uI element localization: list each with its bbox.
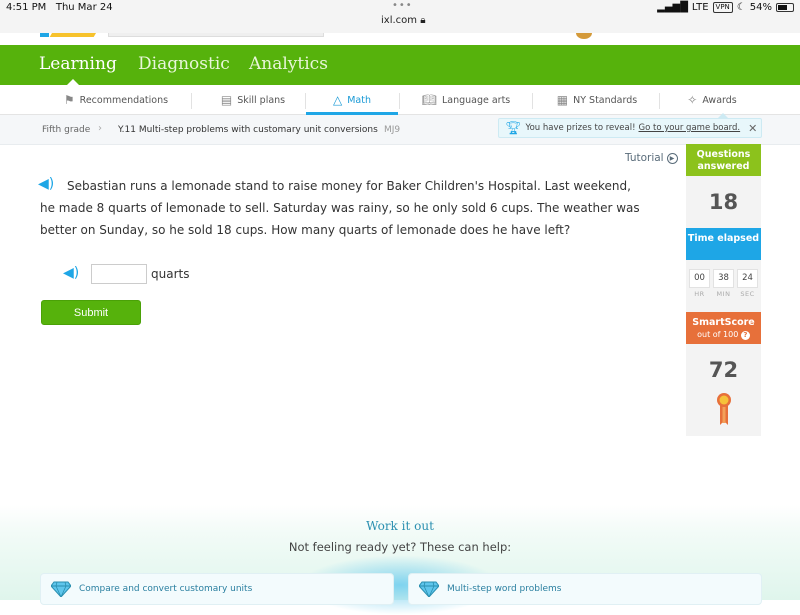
tab-skill-plans[interactable]: ▤ Skill plans: [210, 85, 296, 115]
tab-recommendations[interactable]: ⚑ Recommendations: [58, 85, 174, 115]
smartscore-header: SmartScore out of 100 ?: [686, 312, 761, 344]
vpn-badge: VPN: [712, 2, 733, 13]
close-icon[interactable]: ✕: [748, 122, 757, 135]
signal-icon: ▂▄▆█: [657, 2, 688, 13]
ixl-header: [0, 33, 800, 45]
lock-icon: 🔒︎: [420, 15, 426, 26]
ixl-logo[interactable]: [40, 33, 49, 37]
status-indicators: ▂▄▆█ LTE VPN ☾ 54%: [657, 2, 794, 13]
work-it-out-title: Work it out: [366, 519, 434, 533]
timer: 00 38 24: [686, 260, 761, 288]
tab-language-arts[interactable]: 📖︎ Language arts: [418, 85, 514, 115]
prizes-text: You have prizes to reveal!: [525, 123, 636, 133]
tab-divider: [659, 93, 660, 109]
timer-minutes: 38: [713, 269, 734, 288]
help-icon[interactable]: ?: [740, 331, 750, 340]
book-icon: 📖︎: [421, 93, 437, 107]
tab-divider: [399, 93, 400, 109]
time-elapsed-label: Time elapsed: [686, 228, 761, 260]
smartscore-value: 72: [708, 358, 739, 382]
pyramid-icon: △: [333, 93, 343, 107]
work-it-out-subtitle: Not feeling ready yet? These can help:: [288, 540, 512, 554]
address-bar[interactable]: ixl.com 🔒︎: [381, 15, 426, 26]
game-board-link[interactable]: Go to your game board.: [639, 123, 741, 133]
timer-seconds: 24: [737, 269, 758, 288]
help-card-customary-units[interactable]: Compare and convert customary units: [40, 573, 394, 605]
battery-percent: 54%: [749, 2, 772, 13]
help-card-word-problems[interactable]: Multi-step word problems: [408, 573, 762, 605]
tab-math[interactable]: △ Math: [306, 85, 398, 115]
search-input[interactable]: [108, 33, 324, 37]
trophy-icon: 🏆︎: [505, 120, 522, 136]
moon-icon: ☾: [736, 2, 746, 13]
diamond-icon: [419, 581, 439, 597]
work-it-out-section: Work it out Not feeling ready yet? These…: [0, 505, 800, 615]
question-text: Sebastian runs a lemonade stand to raise…: [40, 179, 640, 237]
play-icon: ▶: [666, 152, 678, 164]
signpost-icon: ⚑: [63, 93, 75, 107]
smartscore-label: SmartScore: [692, 317, 755, 328]
tab-awards[interactable]: ✧ Awards: [680, 85, 744, 115]
submit-button[interactable]: Submit: [41, 300, 141, 325]
clipboard-icon: ▦: [556, 93, 569, 107]
breadcrumb-skill: Y.11 Multi-step problems with customary …: [118, 125, 378, 135]
avatar[interactable]: [576, 33, 592, 39]
timer-hours: 00: [689, 269, 710, 288]
answer-input[interactable]: [91, 264, 147, 284]
network-type: LTE: [691, 2, 709, 13]
tutorial-link[interactable]: Tutorial ▶: [625, 152, 678, 164]
timer-labels: HR MIN SEC: [694, 290, 755, 298]
tab-divider: [532, 93, 533, 109]
answer-audio-icon[interactable]: ◀︎): [63, 265, 79, 281]
skill-plan-icon: ▤: [220, 93, 233, 107]
multitask-dots[interactable]: •••: [392, 0, 413, 11]
ribbon-icon: [717, 393, 731, 425]
confetti-icon: ✧: [687, 93, 698, 107]
breadcrumb-grade[interactable]: Fifth grade: [42, 125, 90, 135]
battery-icon: [776, 3, 794, 12]
nav-learning[interactable]: Learning: [39, 54, 117, 74]
tab-divider: [191, 93, 192, 109]
nav-analytics[interactable]: Analytics: [249, 54, 328, 74]
chevron-right-icon: ›: [98, 123, 102, 134]
questions-answered-label: Questions answered: [686, 144, 761, 176]
answer-unit: quarts: [151, 267, 190, 281]
diamond-icon: [51, 581, 71, 597]
tab-ny-standards[interactable]: ▦ NY Standards: [552, 85, 642, 115]
skill-code: MJ9: [384, 125, 401, 135]
questions-answered-value: 18: [708, 190, 739, 214]
subject-tabs: ⚑ Recommendations ▤ Skill plans △ Math 📖…: [0, 85, 800, 115]
nav-diagnostic[interactable]: Diagnostic: [138, 54, 230, 74]
ixl-logo-mark: [49, 33, 99, 37]
prizes-banner: 🏆︎ You have prizes to reveal! Go to your…: [498, 113, 762, 138]
stats-panel: Questions answered 18 Time elapsed 00 38…: [686, 144, 761, 436]
ios-status-bar: 4:51 PM Thu Mar 24 ••• ixl.com 🔒︎ ▂▄▆█ L…: [0, 0, 800, 33]
status-time: 4:51 PM Thu Mar 24: [6, 2, 113, 13]
main-nav: Learning Diagnostic Analytics: [0, 45, 800, 85]
